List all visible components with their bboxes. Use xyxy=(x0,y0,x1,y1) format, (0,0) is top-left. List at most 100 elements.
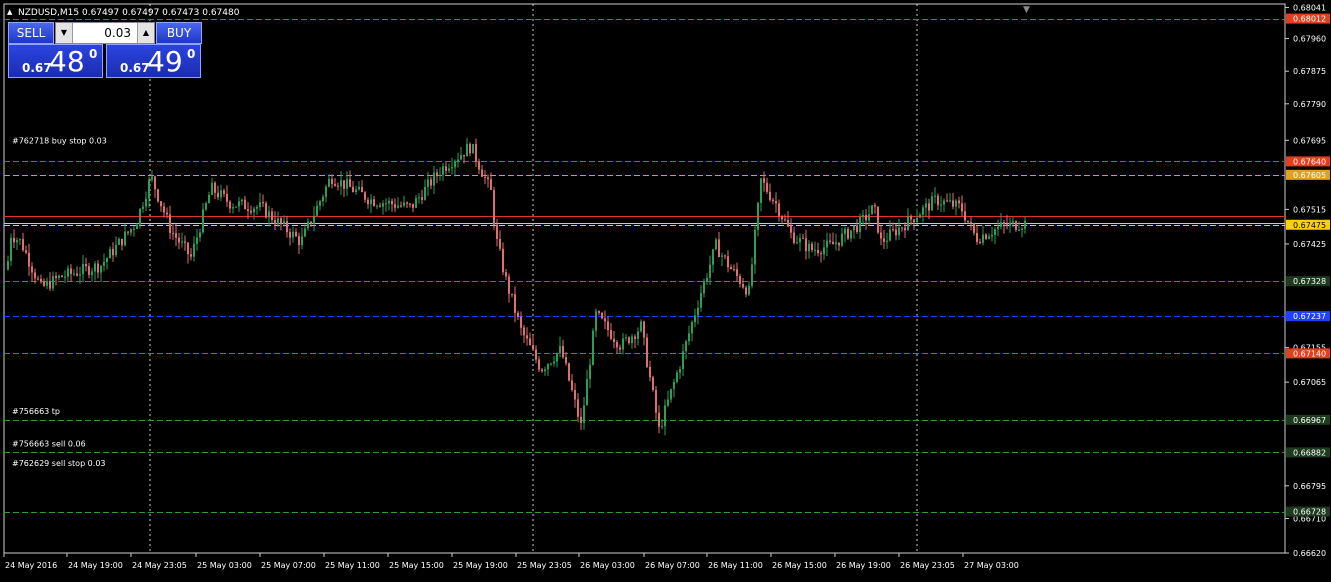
price-tick-label: 0.66620 xyxy=(1293,549,1326,558)
lot-increase-icon[interactable]: ▲ xyxy=(137,23,154,43)
time-tick-label: 24 May 19:00 xyxy=(68,561,123,570)
candle-body xyxy=(793,232,795,243)
candle-body xyxy=(244,199,246,210)
chart-shift-icon[interactable]: ▼ xyxy=(1023,5,1030,15)
candle-body xyxy=(826,240,828,248)
candle-body xyxy=(706,277,708,282)
candle-body xyxy=(205,203,207,210)
candle-body xyxy=(823,247,825,255)
candle-body xyxy=(19,239,21,241)
candle-body xyxy=(295,231,297,237)
candle-body xyxy=(871,205,873,215)
level-price-label: 0.67605 xyxy=(1293,171,1326,180)
sell-button[interactable]: SELL xyxy=(8,22,54,44)
candle-body xyxy=(886,240,888,242)
candle-body xyxy=(145,198,147,207)
order-label[interactable]: #756663 sell 0.06 xyxy=(12,440,86,449)
candle-body xyxy=(1018,229,1020,231)
candle-body xyxy=(175,233,177,238)
candle-body xyxy=(157,189,159,202)
candle-body xyxy=(52,276,54,289)
candle-body xyxy=(913,219,915,222)
candle-body xyxy=(151,176,153,180)
candle-body xyxy=(622,338,624,350)
candle-body xyxy=(124,231,126,246)
candle-body xyxy=(601,313,603,319)
candle-body xyxy=(406,202,408,204)
candle-body xyxy=(811,243,813,251)
candle-body xyxy=(451,167,453,169)
candle-body xyxy=(526,335,528,339)
candle-body xyxy=(580,416,582,423)
candle-body xyxy=(970,222,972,224)
candle-body xyxy=(217,192,219,198)
candle-body xyxy=(247,209,249,211)
candle-body xyxy=(316,205,318,216)
order-label[interactable]: #762718 buy stop 0.03 xyxy=(12,136,107,145)
candle-body xyxy=(559,345,561,354)
candle-body xyxy=(538,359,540,370)
candle-body xyxy=(1015,221,1017,231)
candle-body xyxy=(322,196,324,202)
chart-window[interactable]: 0.68041 0.67960 0.67875 0.67790 0.67695 0.675… xyxy=(0,0,1331,578)
bid-price-box[interactable]: 0.67 48 0 xyxy=(8,44,103,78)
candle-body xyxy=(457,159,459,162)
candle-body xyxy=(256,207,258,209)
candle-body xyxy=(835,242,837,245)
chart-menu-icon[interactable]: ▲ xyxy=(7,8,13,16)
candle-body xyxy=(328,178,330,187)
candle-body xyxy=(604,318,606,322)
candle-body xyxy=(547,364,549,370)
candle-body xyxy=(502,248,504,273)
candle-body xyxy=(388,200,390,204)
candle-body xyxy=(739,275,741,284)
candle-body xyxy=(73,273,75,275)
candle-body xyxy=(355,189,357,192)
candle-body xyxy=(469,144,471,154)
candle-body xyxy=(520,316,522,328)
ask-price-box[interactable]: 0.67 49 0 xyxy=(106,44,201,78)
candle-body xyxy=(553,361,555,364)
candle-body xyxy=(133,228,135,230)
time-tick-label: 24 May 2016 xyxy=(5,561,57,570)
bid-price-prefix: 0.67 xyxy=(22,61,52,75)
candle-body xyxy=(1012,221,1014,223)
candle-body xyxy=(1000,222,1002,227)
candle-body xyxy=(589,364,591,380)
candle-body xyxy=(598,311,600,314)
candle-body xyxy=(763,178,765,183)
candle-body xyxy=(478,161,480,170)
candle-body xyxy=(673,381,675,390)
candle-body xyxy=(475,143,477,162)
candle-body xyxy=(22,239,24,251)
candle-body xyxy=(430,179,432,186)
lot-decrease-icon[interactable]: ▼ xyxy=(56,23,73,43)
candle-body xyxy=(943,200,945,205)
candle-body xyxy=(289,232,291,238)
order-label[interactable]: #756663 tp xyxy=(12,407,60,416)
candle-body xyxy=(55,276,57,279)
candle-body xyxy=(382,203,384,207)
candle-body xyxy=(259,202,261,208)
candle-body xyxy=(487,177,489,180)
candle-body xyxy=(577,399,579,417)
candle-body xyxy=(340,180,342,187)
candle-body xyxy=(727,256,729,268)
candle-body xyxy=(892,229,894,231)
candle-body xyxy=(67,268,69,277)
candle-body xyxy=(1009,222,1011,227)
candle-body xyxy=(49,280,51,289)
level-price-label: 0.66882 xyxy=(1293,448,1326,457)
candle-body xyxy=(166,212,168,215)
lot-size-input[interactable] xyxy=(73,23,135,43)
buy-button[interactable]: BUY xyxy=(156,22,202,44)
candle-body xyxy=(697,307,699,316)
order-label[interactable]: #762629 sell stop 0.03 xyxy=(12,459,106,468)
candle-body xyxy=(934,195,936,197)
candle-body xyxy=(127,231,129,233)
candle-body xyxy=(307,221,309,229)
candle-body xyxy=(646,337,648,367)
price-tick-label: 0.67695 xyxy=(1293,136,1326,145)
candle-body xyxy=(907,215,909,231)
candle-body xyxy=(106,258,108,263)
